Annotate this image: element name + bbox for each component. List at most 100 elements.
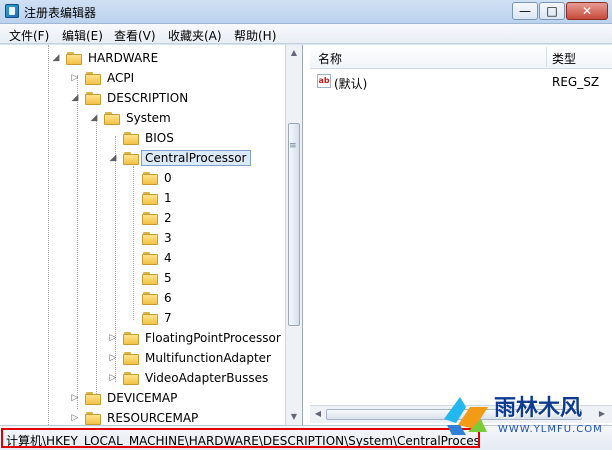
folder-icon [123, 371, 139, 385]
menu-bar: 文件(F) 编辑(E) 查看(V) 收藏夹(A) 帮助(H) [0, 24, 612, 44]
tree-item-bios[interactable]: BIOS [108, 129, 174, 147]
tree-item-videoadapterbusses[interactable]: ▷ VideoAdapterBusses [108, 369, 269, 387]
tree-item-cpu-1[interactable]: 1 [127, 189, 172, 207]
scroll-up-icon[interactable]: ▲ [288, 47, 300, 59]
tree-item-label: MultifunctionAdapter [145, 351, 271, 365]
close-button[interactable]: ✕ [566, 2, 608, 20]
folder-icon [142, 191, 158, 205]
folder-icon [85, 91, 101, 105]
tree-guide-line [48, 45, 49, 425]
column-separator[interactable] [546, 47, 547, 67]
string-value-icon: ab [317, 74, 331, 88]
registry-path-status: 计算机\HKEY_LOCAL_MACHINE\HARDWARE\DESCRIPT… [1, 428, 480, 448]
tree-item-cpu-2[interactable]: 2 [127, 209, 172, 227]
tree-item-devicemap[interactable]: ▷ DEVICEMAP [70, 389, 178, 407]
tree-item-centralprocessor[interactable]: ◢ CentralProcessor [108, 149, 251, 167]
tree-item-floatingpointprocessor[interactable]: ▷ FloatingPointProcessor [108, 329, 281, 347]
registry-editor-icon [5, 4, 19, 18]
collapsed-arrow-icon[interactable]: ▷ [108, 353, 118, 363]
list-row-default-value[interactable]: ab (默认) REG_SZ [310, 72, 612, 92]
scroll-grip-icon: ≡ [289, 141, 297, 151]
tree-item-label: 3 [164, 231, 172, 245]
tree-item-label: BIOS [145, 131, 174, 145]
status-bar: 计算机\HKEY_LOCAL_MACHINE\HARDWARE\DESCRIPT… [0, 425, 612, 450]
tree-item-label: 7 [164, 311, 172, 325]
folder-icon [66, 51, 82, 65]
tree-item-resourcemap[interactable]: ▷ RESOURCEMAP [70, 409, 199, 425]
tree-item-cpu-4[interactable]: 4 [127, 249, 172, 267]
tree-item-multifunctionadapter[interactable]: ▷ MultifunctionAdapter [108, 349, 271, 367]
tree-item-label: 5 [164, 271, 172, 285]
tree-item-hardware[interactable]: ◢ HARDWARE [51, 49, 159, 67]
tree-item-description[interactable]: ◢ DESCRIPTION [70, 89, 189, 107]
tree-item-cpu-3[interactable]: 3 [127, 229, 172, 247]
folder-icon [142, 291, 158, 305]
minimize-button[interactable]: — [512, 2, 538, 20]
folder-icon [85, 71, 101, 85]
maximize-button[interactable]: □ [539, 2, 565, 20]
folder-icon [104, 111, 120, 125]
menu-file[interactable]: 文件(F) [9, 27, 49, 44]
window-titlebar: 注册表编辑器 — □ ✕ [0, 0, 612, 24]
tree-item-cpu-5[interactable]: 5 [127, 269, 172, 287]
collapsed-arrow-icon[interactable]: ▷ [70, 413, 80, 423]
window-title: 注册表编辑器 [24, 6, 97, 20]
menu-favorites[interactable]: 收藏夹(A) [168, 27, 222, 44]
expanded-arrow-icon[interactable]: ◢ [70, 93, 80, 103]
collapsed-arrow-icon[interactable]: ▷ [70, 73, 80, 83]
horizontal-scroll-thumb[interactable] [326, 409, 582, 420]
menu-edit[interactable]: 编辑(E) [62, 27, 103, 44]
tree-item-label: 0 [164, 171, 172, 185]
tree-item-cpu-6[interactable]: 6 [127, 289, 172, 307]
tree-guide-line [77, 75, 78, 409]
tree-guide-line [96, 116, 97, 398]
folder-icon [123, 351, 139, 365]
folder-icon [142, 211, 158, 225]
tree-item-label: RESOURCEMAP [107, 411, 199, 425]
tree-item-label: 6 [164, 291, 172, 305]
tree-item-label: FloatingPointProcessor [145, 331, 281, 345]
expanded-arrow-icon[interactable]: ◢ [108, 153, 118, 163]
column-type-header[interactable]: 类型 [552, 50, 576, 67]
folder-icon [123, 151, 139, 165]
list-header: 名称 类型 [310, 45, 612, 69]
tree-item-cpu-0[interactable]: 0 [127, 169, 172, 187]
tree-item-label: System [126, 111, 171, 125]
expanded-arrow-icon[interactable]: ◢ [51, 53, 61, 63]
list-horizontal-scrollbar[interactable]: ◀ ▶ [310, 405, 612, 423]
collapsed-arrow-icon[interactable]: ▷ [108, 373, 118, 383]
scroll-left-icon[interactable]: ◀ [312, 409, 324, 418]
tree-item-cpu-7[interactable]: 7 [127, 309, 172, 327]
folder-icon [142, 251, 158, 265]
registry-tree[interactable]: ◢ HARDWARE ▷ ACPI ◢ DESCRIPTION ◢ System… [0, 45, 303, 425]
tree-item-label: 2 [164, 211, 172, 225]
folder-icon [85, 391, 101, 405]
menu-help[interactable]: 帮助(H) [234, 27, 276, 44]
menu-view[interactable]: 查看(V) [114, 27, 156, 44]
tree-item-label: HARDWARE [88, 51, 159, 65]
folder-icon [123, 131, 139, 145]
tree-vertical-scrollbar[interactable]: ▲ ≡ ▼ [285, 45, 302, 425]
tree-item-label-selected: CentralProcessor [141, 150, 251, 166]
scroll-right-icon[interactable]: ▶ [596, 409, 608, 418]
tree-item-system[interactable]: ◢ System [89, 109, 171, 127]
column-name-header[interactable]: 名称 [318, 50, 342, 67]
value-type: REG_SZ [552, 75, 600, 89]
folder-icon [142, 311, 158, 325]
collapsed-arrow-icon[interactable]: ▷ [108, 333, 118, 343]
window-controls: — □ ✕ [511, 2, 608, 20]
folder-icon [142, 271, 158, 285]
scroll-down-icon[interactable]: ▼ [288, 411, 300, 423]
folder-icon [142, 171, 158, 185]
tree-item-acpi[interactable]: ▷ ACPI [70, 69, 135, 87]
registry-values-list[interactable]: 名称 类型 ab (默认) REG_SZ ◀ ▶ [310, 45, 612, 425]
value-name: (默认) [334, 77, 368, 91]
collapsed-arrow-icon[interactable]: ▷ [70, 393, 80, 403]
tree-item-label: VideoAdapterBusses [145, 371, 269, 385]
folder-icon [85, 411, 101, 425]
tree-item-label: 4 [164, 251, 172, 265]
expanded-arrow-icon[interactable]: ◢ [89, 113, 99, 123]
tree-item-label: DEVICEMAP [107, 391, 178, 405]
registry-panes: ◢ HARDWARE ▷ ACPI ◢ DESCRIPTION ◢ System… [0, 45, 612, 425]
scroll-thumb[interactable] [288, 123, 300, 326]
